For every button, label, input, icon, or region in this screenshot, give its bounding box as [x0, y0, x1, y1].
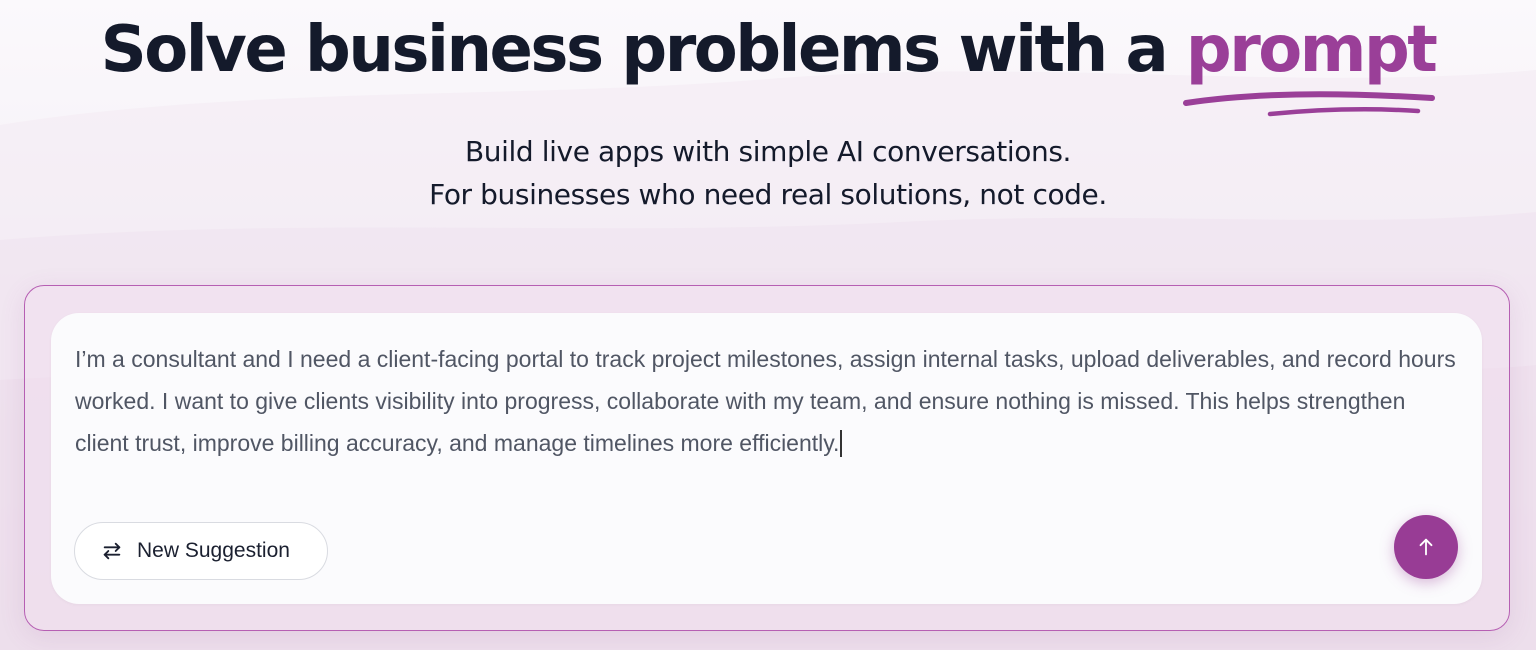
swap-arrows-icon: [103, 542, 121, 560]
accent-underline-stroke: [1182, 91, 1435, 117]
hero-title: Solve business problems with a prompt: [0, 12, 1536, 117]
hero-title-prefix: Solve business problems with a: [100, 13, 1186, 87]
hero-title-accent: prompt: [1185, 13, 1438, 87]
prompt-text: I’m a consultant and I need a client-fac…: [75, 346, 1456, 456]
hero-title-accent-wrap: prompt: [1182, 12, 1438, 117]
hero-subtitle-line1: Build live apps with simple AI conversat…: [464, 135, 1072, 168]
new-suggestion-button[interactable]: New Suggestion: [74, 522, 328, 580]
arrow-up-icon: [1419, 538, 1433, 556]
send-button[interactable]: [1394, 515, 1458, 579]
prompt-input[interactable]: I’m a consultant and I need a client-fac…: [75, 338, 1465, 464]
text-caret: [840, 430, 842, 457]
hero-subtitle-line2: For businesses who need real solutions, …: [429, 178, 1107, 211]
new-suggestion-label: New Suggestion: [137, 539, 290, 562]
